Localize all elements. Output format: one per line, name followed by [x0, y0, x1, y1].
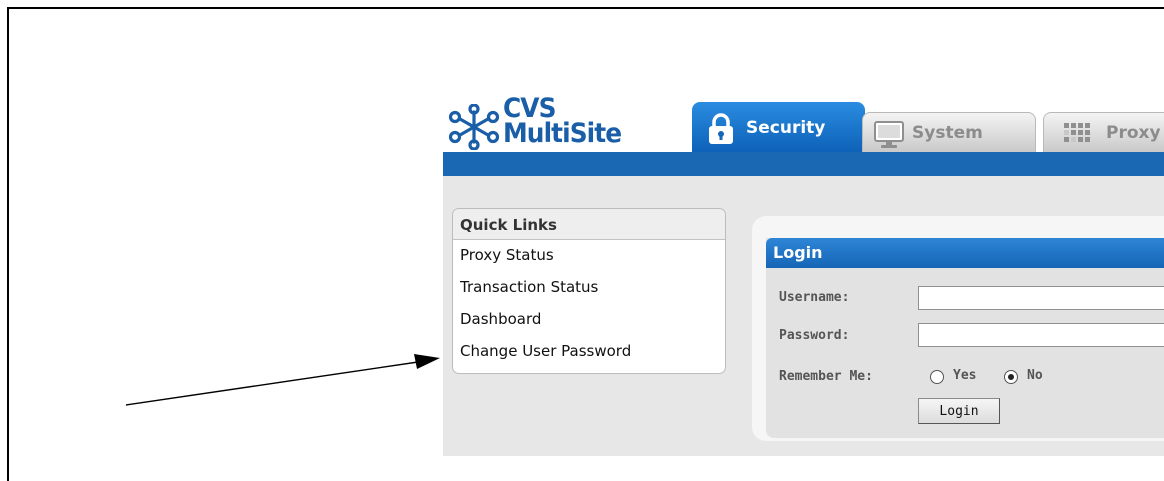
annotation-arrow — [125, 354, 440, 406]
